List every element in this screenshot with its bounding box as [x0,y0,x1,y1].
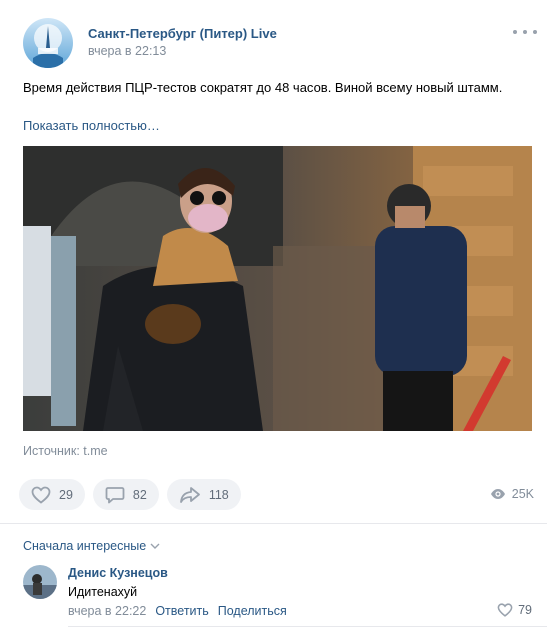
share-icon [179,486,200,503]
wall-post: Санкт-Петербург (Питер) Live вчера в 22:… [0,0,547,629]
chevron-down-icon [150,543,160,549]
comment-like-button[interactable]: 79 [497,603,532,617]
divider [68,626,547,627]
comment-time[interactable]: вчера в 22:22 [68,604,146,618]
heart-icon [31,486,51,504]
comment-like-count: 79 [518,603,532,617]
commenter-avatar[interactable] [23,565,57,599]
share-button[interactable]: 118 [166,479,241,510]
comment-button[interactable]: 82 [92,479,159,510]
share-comment-link[interactable]: Поделиться [218,604,287,618]
post-time[interactable]: вчера в 22:13 [88,44,166,58]
reply-link[interactable]: Ответить [155,604,208,618]
post-photo[interactable] [23,146,532,431]
comment-text: Идитенахуй [68,585,138,599]
eye-icon [490,489,505,499]
comment-count: 82 [132,487,147,502]
divider [0,523,547,524]
comment-author[interactable]: Денис Кузнецов [68,566,168,580]
more-options-icon[interactable] [513,24,537,40]
post-author[interactable]: Санкт-Петербург (Питер) Live [88,26,277,41]
comment-icon [105,486,125,503]
community-avatar[interactable] [23,18,73,68]
post-actions: 29 82 118 [19,479,241,510]
post-source[interactable]: Источник: t.me [23,444,108,458]
like-count: 29 [59,487,73,502]
post-text: Время действия ПЦР-тестов сократят до 48… [23,80,503,95]
views-count: 25K [511,487,534,501]
comments-sort-label: Сначала интересные [23,539,147,553]
views-counter: 25K [490,487,534,501]
like-button[interactable]: 29 [19,479,85,510]
comment-meta: вчера в 22:22 Ответить Поделиться [68,604,287,618]
comments-sort-dropdown[interactable]: Сначала интересные [23,539,160,553]
heart-icon [497,603,513,617]
share-count: 118 [208,487,229,502]
show-more-link[interactable]: Показать полностью… [23,118,160,133]
